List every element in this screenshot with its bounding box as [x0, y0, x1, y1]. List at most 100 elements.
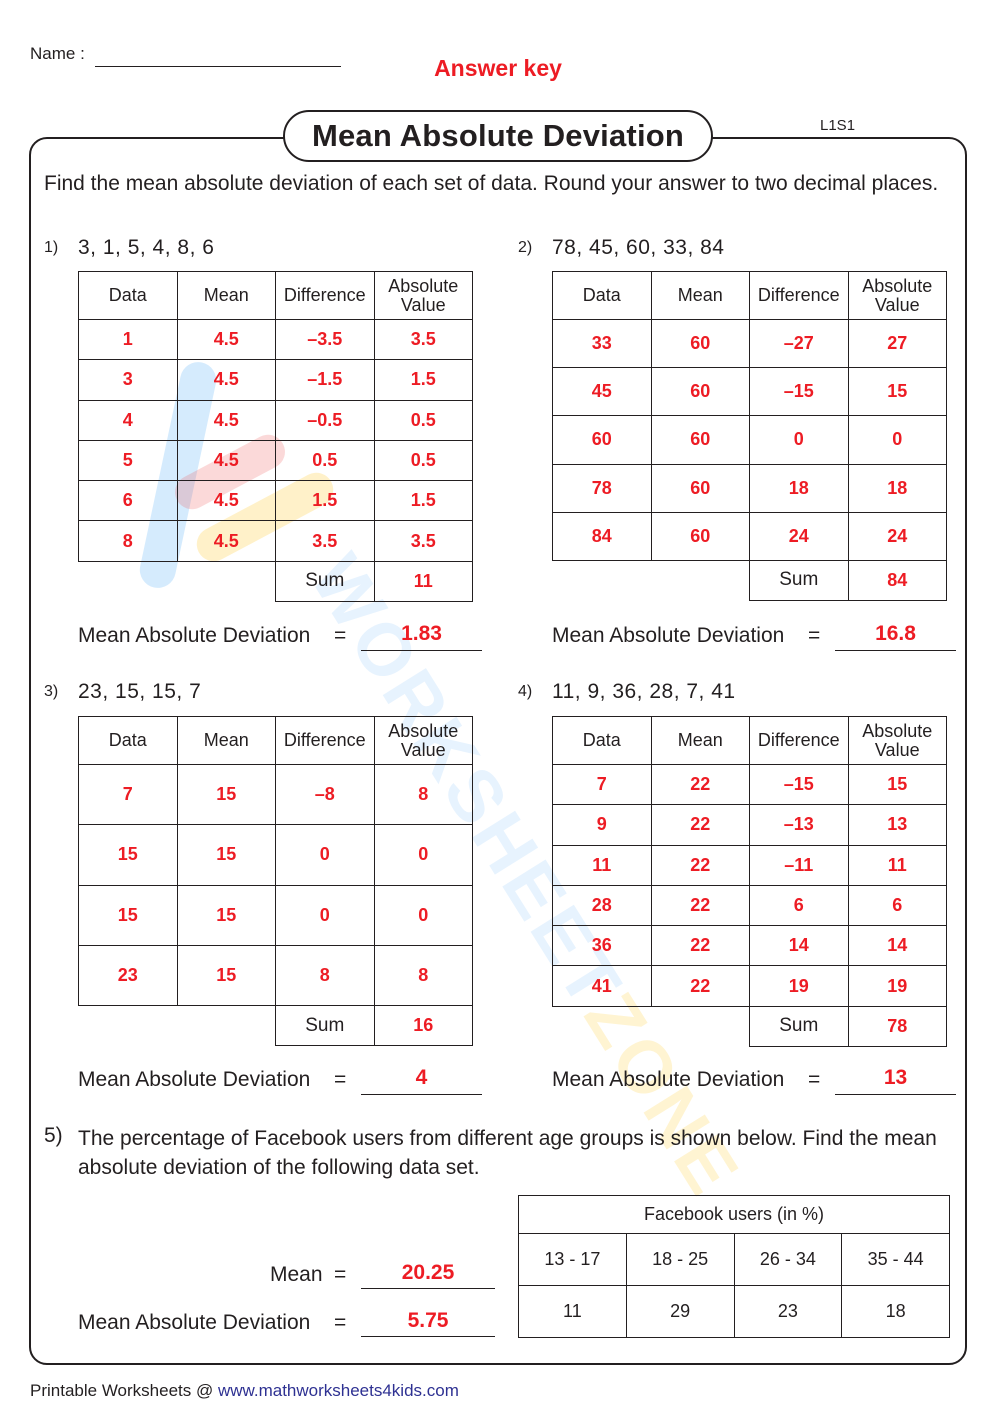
- mean-cell: 22: [650, 965, 750, 1007]
- difference-cell: 18: [749, 463, 849, 513]
- data-cell: 36: [552, 925, 652, 967]
- problem-3-number: 3): [44, 683, 59, 700]
- data-cell: 15: [78, 824, 178, 886]
- problem-5-mean-answer-line[interactable]: [361, 1288, 495, 1289]
- data-cell: 4: [78, 399, 178, 441]
- problem-5-mad-answer: 5.75: [407, 1309, 449, 1332]
- table-row: 5 4.5 0.5 0.5: [78, 439, 473, 482]
- table-row: 6 4.5 1.5 1.5: [78, 480, 473, 522]
- header-absolute-line1: Absolute: [862, 720, 933, 741]
- absolute-value-cell: 13: [847, 804, 947, 846]
- problem-4-table: Data Mean Difference Absolute Value 7 22 –15 15 9…: [552, 716, 947, 1047]
- mean-cell: 15: [176, 884, 276, 946]
- difference-cell: –0.5: [275, 399, 375, 441]
- footer-link[interactable]: www.mathworksheets4kids.com: [218, 1381, 459, 1400]
- problem-2-answer-line[interactable]: [835, 650, 956, 651]
- absolute-value-cell: 8: [373, 763, 473, 826]
- problem-2-table: Data Mean Difference Absolute Value 33 60 –27 27…: [552, 271, 947, 601]
- header-absolute-line2: Value: [874, 294, 920, 315]
- header-absolute-line1: Absolute: [388, 275, 459, 296]
- header-difference: Difference: [275, 716, 375, 765]
- header-difference: Difference: [749, 716, 849, 765]
- problem-2-equals: =: [808, 624, 821, 647]
- mean-cell: 60: [650, 463, 750, 513]
- problem-5-text: The percentage of Facebook users from di…: [78, 1127, 937, 1179]
- mean-cell: 4.5: [176, 399, 276, 441]
- data-cell: 1: [78, 318, 178, 361]
- absolute-value-cell: 0.5: [373, 399, 473, 441]
- percentage-cell: 11: [518, 1285, 627, 1338]
- absolute-value-cell: 15: [847, 367, 947, 417]
- blank-cell: [79, 561, 276, 601]
- table-row: 8 4.5 3.5 3.5: [78, 520, 473, 562]
- problem-1-data-set: 3, 1, 5, 4, 8, 6: [78, 236, 215, 259]
- difference-cell: 1.5: [275, 480, 375, 522]
- table-row: 60 60 0 0: [552, 415, 947, 465]
- header-data: Data: [78, 271, 178, 320]
- difference-cell: –3.5: [275, 318, 375, 361]
- problem-2-mad-answer: 16.8: [875, 622, 916, 645]
- difference-cell: 6: [749, 884, 849, 927]
- percentage-cell: 29: [625, 1285, 735, 1338]
- footer-prefix: Printable Worksheets @: [30, 1381, 218, 1400]
- table-row: 4 4.5 –0.5 0.5: [78, 399, 473, 441]
- mean-cell: 22: [650, 804, 750, 846]
- table-row: 7 22 –15 15: [552, 763, 947, 806]
- problem-4-number: 4): [518, 683, 533, 700]
- sum-value: 16: [373, 1005, 473, 1047]
- data-cell: 3: [78, 359, 178, 401]
- difference-cell: –13: [749, 804, 849, 846]
- facebook-table-title: Facebook users (in %): [518, 1195, 950, 1234]
- sum-label: Sum: [749, 559, 849, 601]
- problem-2-mad-label: Mean Absolute Deviation: [552, 624, 785, 647]
- data-cell: 33: [552, 318, 652, 369]
- mean-cell: 60: [650, 367, 750, 417]
- problem-4-answer-line[interactable]: [835, 1094, 956, 1095]
- worksheet-title: Mean Absolute Deviation: [283, 110, 713, 162]
- data-cell: 15: [78, 884, 178, 946]
- mean-cell: 22: [650, 925, 750, 967]
- data-cell: 9: [552, 804, 652, 846]
- mean-cell: 4.5: [176, 318, 276, 361]
- absolute-value-cell: 3.5: [373, 520, 473, 562]
- mean-cell: 4.5: [176, 439, 276, 482]
- absolute-value-cell: 1.5: [373, 359, 473, 401]
- problem-4-mad-label: Mean Absolute Deviation: [552, 1068, 785, 1091]
- difference-cell: 0: [749, 415, 849, 465]
- absolute-value-cell: 8: [373, 944, 473, 1007]
- problem-1-number: 1): [44, 239, 59, 256]
- problem-1-mad-answer: 1.83: [401, 622, 442, 645]
- table-row: 9 22 –13 13: [552, 804, 947, 846]
- data-cell: 60: [552, 415, 652, 465]
- data-cell: 8: [78, 520, 178, 562]
- name-input-line[interactable]: [95, 66, 341, 67]
- absolute-value-cell: 24: [847, 511, 947, 561]
- header-absolute-line1: Absolute: [388, 720, 459, 741]
- sum-label: Sum: [749, 1005, 849, 1047]
- absolute-value-cell: 0: [847, 415, 947, 465]
- data-cell: 28: [552, 884, 652, 927]
- table-row: 41 22 19 19: [552, 965, 947, 1007]
- problem-1-mad-label: Mean Absolute Deviation: [78, 624, 311, 647]
- percentage-cell: 23: [733, 1285, 843, 1338]
- data-cell: 78: [552, 463, 652, 513]
- problem-5-mean-answer: 20.25: [401, 1261, 455, 1284]
- problem-3-answer-line[interactable]: [361, 1094, 482, 1095]
- sum-value: 78: [847, 1005, 947, 1047]
- problem-1-table: Data Mean Difference Absolute Value 1 4.5 –3.5 3…: [78, 271, 473, 602]
- mean-cell: 15: [176, 824, 276, 886]
- header-data: Data: [552, 271, 652, 320]
- table-row: 7 15 –8 8: [78, 763, 473, 826]
- sum-row: Sum 84: [553, 559, 947, 601]
- blank-cell: [553, 1006, 750, 1046]
- sum-value: 84: [847, 559, 947, 601]
- problem-5-mad-answer-line[interactable]: [361, 1336, 495, 1337]
- problem-1-answer-line[interactable]: [361, 650, 482, 651]
- problem-3-mad-label: Mean Absolute Deviation: [78, 1068, 311, 1091]
- header-difference: Difference: [749, 271, 849, 320]
- table-header-row: Data Mean Difference Absolute Value: [78, 716, 473, 765]
- problem-3-mad-answer: 4: [415, 1066, 428, 1089]
- mean-cell: 4.5: [176, 520, 276, 562]
- difference-cell: –1.5: [275, 359, 375, 401]
- difference-cell: –27: [749, 318, 849, 369]
